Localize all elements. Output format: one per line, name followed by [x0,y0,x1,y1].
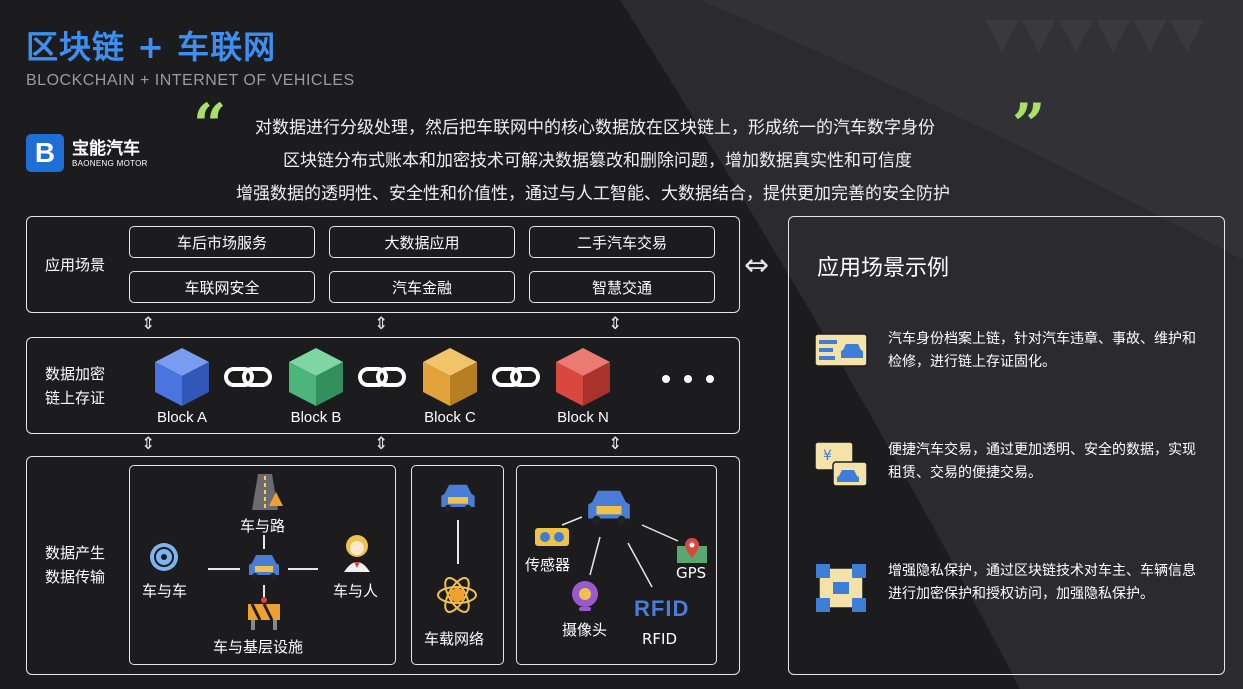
camera-label: 摄像头 [562,621,608,639]
block-label: Block B [290,409,342,426]
v2v-label: 车与车 [142,582,188,600]
cube-icon [423,348,477,406]
svg-text:¥: ¥ [823,448,832,464]
block-label: Block C [424,409,476,426]
privacy-protection-icon [816,564,866,612]
chevron-decoration [985,20,1204,52]
road-icon [252,474,283,510]
chevron-down-icon [1133,20,1167,52]
chain-row-label-1: 数据加密 [45,365,106,383]
camera-icon [572,581,598,611]
network-icon [437,577,477,613]
v2r-label: 车与路 [240,517,286,535]
block-b: Block B [281,346,351,426]
page-subtitle: BLOCKCHAIN + INTERNET OF VEHICLES [26,72,355,89]
example-1-text: 汽车身份档案上链，针对汽车违章、事故、维护和检修，进行链上存证固化。 [888,331,1196,370]
application-scenarios-panel: 应用场景 车后市场服务 大数据应用 二手汽车交易 车联网安全 汽车金融 智慧交通 [26,216,740,313]
chain-link-icon [224,367,272,387]
gps-icon [677,538,707,563]
vertical-arrow-icon: ⇕ [141,434,156,454]
vertical-arrow-icon: ⇕ [141,314,156,334]
brand-logo: B 宝能汽车 BAONENG MOTOR [26,134,148,172]
car-trade-icon: ¥ [814,441,868,487]
sensor-icon [535,528,569,546]
person-icon [344,535,370,572]
chain-link-icon [358,367,406,387]
more-blocks-ellipsis [662,375,714,383]
chevron-down-icon [985,20,1019,52]
vertical-arrow-icon: ⇕ [608,434,623,454]
examples-title: 应用场景示例 [817,256,950,281]
chevron-down-icon [1059,20,1093,52]
logo-name-cn: 宝能汽车 [72,138,140,159]
chain-link-icon [492,367,540,387]
example-3-text: 增强隐私保护，通过区块链技术对车主、车辆信息进行加密保护和授权访问，加强隐私保护… [888,563,1196,602]
sensor-label: 传感器 [525,556,571,574]
app-smart-traffic: 智慧交通 [529,271,715,303]
logo-badge: B [26,134,64,172]
quote-open-icon: “ [193,91,227,159]
app-row-label: 应用场景 [45,256,106,274]
cube-icon [556,348,610,406]
chevron-down-icon [1170,20,1204,52]
block-label: Block N [557,409,609,426]
app-big-data: 大数据应用 [329,226,515,258]
statement-line-1: 对数据进行分级处理，然后把车联网中的核心数据放在区块链上，形成统一的汽车数字身份 [255,118,935,138]
chain-row-label-2: 链上存证 [45,389,106,407]
app-used-car: 二手汽车交易 [529,226,715,258]
vertical-arrow-icon: ⇕ [374,434,389,454]
chevron-down-icon [1022,20,1056,52]
vertical-arrow-icon: ⇕ [608,314,623,334]
cube-icon [155,348,209,406]
app-aftermarket: 车后市场服务 [129,226,315,258]
car-icon [441,484,475,512]
network-label: 车载网络 [424,630,485,648]
statement-line-2: 区块链分布式账本和加密技术可解决数据篡改和删除问题，增加数据真实性和可信度 [283,151,912,171]
rfid-icon: RFID [634,596,690,621]
bidirectional-arrow-icon: ⇔ [744,248,770,283]
app-auto-finance: 汽车金融 [329,271,515,303]
block-label: Block A [156,409,208,426]
gps-label: GPS [676,564,707,582]
v2p-label: 车与人 [333,582,379,600]
data-row-label-1: 数据产生 [45,544,106,562]
app-iov-security: 车联网安全 [129,271,315,303]
vehicle-archive-icon [814,333,868,367]
road-barrier-icon [248,597,280,630]
rfid-label: RFID [642,630,678,648]
statement-line-3: 增强数据的透明性、安全性和价值性，通过与人工智能、大数据结合，提供更加完善的安全… [236,184,950,204]
quote-close-icon: ” [1012,91,1046,159]
cube-icon [289,348,343,406]
car-icon [249,555,279,579]
block-n: Block N [548,346,618,426]
vertical-arrow-icon: ⇕ [374,314,389,334]
page-title: 区块链 + 车联网 [26,28,277,66]
v2i-label: 车与基层设施 [213,638,304,656]
chevron-down-icon [1096,20,1130,52]
data-row-label-2: 数据传输 [45,568,106,586]
wheel-icon [150,543,178,571]
block-c: Block C [415,346,485,426]
block-a: Block A [147,346,217,426]
logo-name-en: BAONENG MOTOR [72,158,148,168]
example-2-text: 便捷汽车交易，通过更加透明、安全的数据，实现租赁、交易的便捷交易。 [888,442,1196,481]
